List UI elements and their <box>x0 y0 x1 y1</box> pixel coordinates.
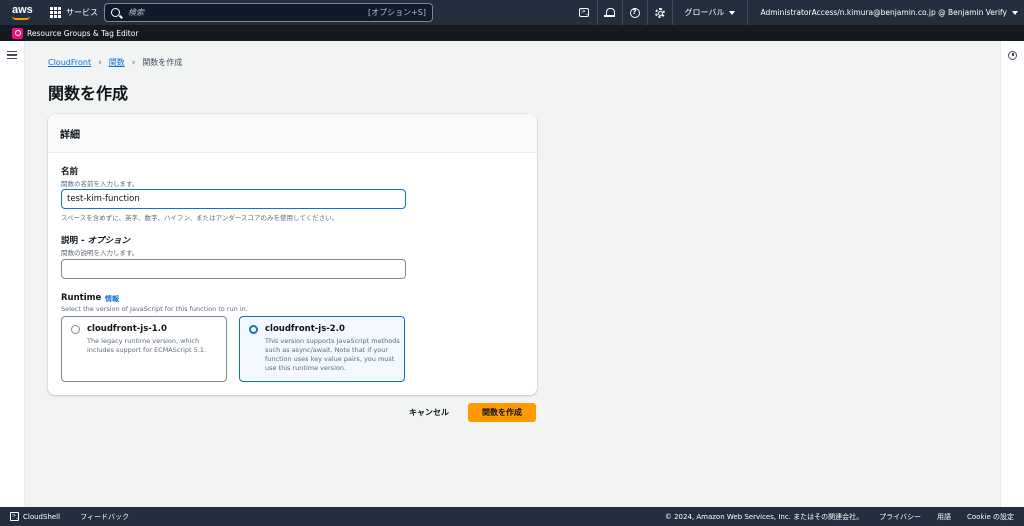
chevron-right-icon: › <box>131 57 136 68</box>
cloudshell-button[interactable]: >_ <box>572 0 597 25</box>
runtime-tile-js-1[interactable]: cloudfront-js-1.0 The legacy runtime ver… <box>61 316 227 382</box>
service-shortcut-bar: Resource Groups & Tag Editor <box>0 25 1024 41</box>
runtime-option-desc: This version supports JavaScript methods… <box>265 337 400 372</box>
description-help-text: 関数の説明を入力します。 <box>61 249 139 257</box>
resource-groups-link[interactable]: Resource Groups & Tag Editor <box>27 29 138 38</box>
radio-button-js-2[interactable] <box>249 325 258 334</box>
name-constraint-text: スペースを含めずに、英字、数字、ハイフン、またはアンダースコアのみを使用してくだ… <box>61 214 339 222</box>
aws-logo-text: aws <box>12 4 33 16</box>
bell-icon <box>604 8 616 17</box>
search-icon <box>111 8 120 17</box>
grid-icon <box>50 7 61 18</box>
account-menu[interactable]: AdministratorAccess/n.kimura@benjamin.co… <box>747 0 1024 25</box>
gear-icon <box>654 7 665 18</box>
right-rail <box>1000 41 1024 507</box>
caret-down-icon <box>729 10 736 15</box>
description-input[interactable] <box>61 259 406 279</box>
cancel-button[interactable]: キャンセル <box>399 403 459 422</box>
breadcrumb-cloudfront[interactable]: CloudFront <box>48 58 91 67</box>
notifications-button[interactable] <box>596 0 622 25</box>
resource-groups-icon <box>12 27 23 39</box>
cloudshell-icon: >_ <box>10 512 19 521</box>
page-title: 関数を作成 <box>48 84 129 103</box>
runtime-info-link[interactable]: 情報 <box>105 294 119 304</box>
runtime-option-title: cloudfront-js-2.0 <box>265 324 345 334</box>
chevron-right-icon: › <box>98 57 102 68</box>
breadcrumb-functions[interactable]: 関数 <box>109 57 125 68</box>
search-input[interactable] <box>128 8 368 17</box>
optional-tag: オプション <box>87 236 130 246</box>
footer-privacy-link[interactable]: プライバシー <box>879 512 921 522</box>
search-shortcut-hint: [オプション+S] <box>367 8 426 17</box>
account-label: AdministratorAccess/n.kimura@benjamin.co… <box>760 8 1007 17</box>
description-label: 説明 - オプション <box>61 234 130 246</box>
left-rail <box>0 41 25 507</box>
runtime-option-title: cloudfront-js-1.0 <box>87 324 167 334</box>
global-search[interactable]: [オプション+S] <box>104 3 433 22</box>
details-card: 詳細 名前 関数の名前を入力します。 スペースを含めずに、英字、数字、ハイフン、… <box>48 114 537 395</box>
breadcrumb-current: 関数を作成 <box>142 58 183 67</box>
services-label: サービス <box>66 8 98 17</box>
runtime-label: Runtime <box>61 293 102 303</box>
caret-down-icon <box>1012 10 1018 15</box>
footer: >_ CloudShell フィードバック © 2024, Amazon Web… <box>0 507 1024 526</box>
create-function-button[interactable]: 関数を作成 <box>468 403 536 422</box>
name-label: 名前 <box>61 167 79 177</box>
terminal-icon: >_ <box>579 8 590 17</box>
footer-right-group: © 2024, Amazon Web Services, Inc. またはその関… <box>649 507 1014 526</box>
hamburger-menu-icon[interactable] <box>7 51 17 59</box>
region-label: グローバル <box>684 8 725 17</box>
footer-copyright: © 2024, Amazon Web Services, Inc. またはその関… <box>664 512 864 521</box>
runtime-description: Select the version of JavaScript for thi… <box>61 305 248 313</box>
breadcrumb: CloudFront › 関数 › 関数を作成 <box>48 57 182 68</box>
footer-cloudshell-link[interactable]: CloudShell <box>23 513 60 521</box>
aws-logo[interactable]: aws <box>8 0 44 25</box>
settings-button[interactable] <box>646 0 672 25</box>
runtime-option-desc: The legacy runtime version, which includ… <box>87 337 207 354</box>
footer-cookie-link[interactable]: Cookie の設定 <box>967 512 1014 522</box>
help-icon: ? <box>629 7 640 18</box>
top-navigation: aws サービス [オプション+S] >_ ? グローバル Administra… <box>0 0 1024 25</box>
function-name-input[interactable] <box>61 189 406 209</box>
clock-icon[interactable] <box>1008 51 1017 60</box>
radio-button-js-1[interactable] <box>71 325 80 334</box>
help-button[interactable]: ? <box>621 0 647 25</box>
footer-feedback-link[interactable]: フィードバック <box>80 512 129 522</box>
region-selector[interactable]: グローバル <box>671 0 748 25</box>
card-header: 詳細 <box>48 114 537 153</box>
runtime-tile-js-2[interactable]: cloudfront-js-2.0 This version supports … <box>239 316 405 382</box>
aws-smile-icon <box>12 16 30 20</box>
footer-terms-link[interactable]: 用語 <box>937 512 951 522</box>
name-description: 関数の名前を入力します。 <box>61 180 139 188</box>
description-label-text: 説明 - <box>61 236 88 246</box>
nav-right-group: >_ ? グローバル AdministratorAccess/n.kimura@… <box>572 0 1024 25</box>
services-menu-button[interactable]: サービス <box>50 0 98 25</box>
